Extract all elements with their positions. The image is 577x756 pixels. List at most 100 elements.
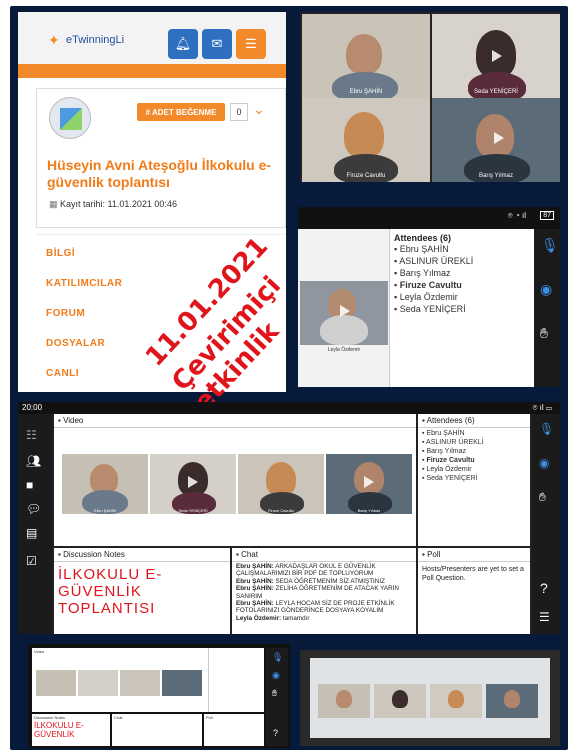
attendee-item[interactable]: ▪ Barış Yılmaz bbox=[394, 267, 530, 279]
video-tile[interactable]: Firuze Cavultu bbox=[302, 98, 430, 182]
poll-pane: Poll bbox=[204, 714, 264, 746]
more-menu-icon[interactable]: ☰ bbox=[539, 610, 550, 624]
participant-name: Barış Yılmaz bbox=[357, 508, 381, 513]
discussion-notes-pane: Discussion Notes İLKOKULU E- GÜVENLİK bbox=[32, 714, 110, 746]
microphone-icon[interactable]: 🎙︎ bbox=[541, 237, 559, 254]
video-tile[interactable] bbox=[162, 670, 202, 696]
layout-icon[interactable]: ☷ bbox=[26, 428, 37, 442]
video-tile[interactable]: Seda YENİÇERİ bbox=[150, 454, 236, 514]
video-tile[interactable] bbox=[374, 684, 426, 718]
video-tile[interactable] bbox=[430, 684, 482, 718]
help-icon[interactable]: ? bbox=[273, 728, 278, 738]
video-camera-icon[interactable]: ■ bbox=[26, 478, 33, 492]
chat-message: Ebru ŞAHİN: ARKADAŞLAR OKUL E GÜVENLİK Ç… bbox=[236, 563, 376, 578]
notes-text-line: GÜVENLİK bbox=[58, 583, 142, 600]
attendee-item[interactable]: ▪ Leyla Özdemir bbox=[394, 291, 530, 303]
attendees-title: Attendees (6) bbox=[394, 233, 452, 243]
microphone-icon[interactable]: 🎙︎ bbox=[539, 422, 554, 436]
poll-title: ▪ Poll bbox=[418, 548, 530, 562]
video-pane-title: ▪ Video bbox=[54, 414, 416, 428]
video-tile[interactable]: Seda YENİÇERİ bbox=[432, 14, 560, 98]
video-grid: Ebru ŞAHİN Seda YENİÇERİ Firuze Cavultu … bbox=[300, 12, 560, 182]
laptop-screen-photo bbox=[300, 650, 560, 746]
right-toolbar: 🎙︎ ◉ ✋︎ ? ☰ bbox=[532, 414, 560, 634]
attendees-icon[interactable]: 👥︎ bbox=[26, 454, 41, 468]
attendee-item[interactable]: ▪ Firuze Cavultu bbox=[422, 456, 526, 465]
menu-item-forum[interactable]: FORUM bbox=[46, 308, 85, 319]
notes-title: Discussion Notes bbox=[34, 715, 65, 720]
signal-icon: ⌾ ıl ▭ bbox=[532, 403, 552, 412]
meeting-card: # ADET BEĞENME 0 ⌄ Hüseyin Avni Ateşoğlu… bbox=[36, 88, 286, 228]
attendee-item[interactable]: ▪ Firuze Cavultu bbox=[394, 279, 530, 291]
microphone-icon[interactable]: 🎙︎ bbox=[272, 652, 283, 663]
video-tile[interactable] bbox=[318, 684, 370, 718]
attendee-item[interactable]: ▪ Seda YENİÇERİ bbox=[422, 474, 526, 483]
chat-title: Chat bbox=[114, 715, 123, 720]
chat-icon[interactable]: 💬︎ bbox=[26, 502, 41, 516]
chevron-down-icon[interactable]: ⌄ bbox=[253, 101, 265, 118]
video-pane: Leyla Özdemir bbox=[298, 229, 390, 387]
right-toolbar: 🎙︎ ◉ ✋︎ ? bbox=[266, 648, 288, 746]
menu-item-bilgi[interactable]: BİLGİ bbox=[46, 248, 75, 259]
participant-name: Firuze Cavultu bbox=[268, 508, 294, 513]
attendee-item[interactable]: ▪ Leyla Özdemir bbox=[422, 465, 526, 474]
participant-name: Leyla Özdemir bbox=[327, 347, 361, 353]
menu-item-katilimcilar[interactable]: KATILIMCILAR bbox=[46, 278, 122, 289]
attendee-item[interactable]: ▪ Ebru ŞAHİN bbox=[394, 243, 530, 255]
attendees-pane: Attendees (6) ▪ Ebru ŞAHİN ▪ ASLINUR ÜRE… bbox=[394, 233, 530, 315]
status-bar: 20:00 ⌾ ıl ▭ bbox=[18, 402, 560, 414]
play-icon[interactable] bbox=[492, 50, 502, 62]
video-tile[interactable] bbox=[120, 670, 160, 696]
attendee-item[interactable]: ▪ Barış Yılmaz bbox=[422, 447, 526, 456]
mail-icon[interactable]: ✉ bbox=[202, 29, 232, 59]
notes-title: ▪ Discussion Notes bbox=[54, 548, 230, 562]
menu-item-canli[interactable]: CANLI bbox=[46, 368, 79, 379]
video-tile[interactable] bbox=[486, 684, 538, 718]
orange-bar bbox=[18, 64, 286, 78]
raise-hand-icon[interactable]: ✋︎ bbox=[540, 325, 548, 342]
status-bar: ⌾ ◔ ıl 87 bbox=[298, 207, 560, 227]
attendee-item[interactable]: ▪ Ebru ŞAHİN bbox=[422, 429, 526, 438]
participant-name: Ebru ŞAHİN bbox=[349, 89, 383, 95]
play-icon[interactable] bbox=[494, 132, 504, 144]
raise-hand-icon[interactable]: ✋︎ bbox=[272, 688, 277, 699]
camera-icon[interactable]: ◉ bbox=[272, 670, 280, 681]
video-tile[interactable]: Barış Yılmaz bbox=[432, 98, 560, 182]
play-icon[interactable] bbox=[188, 476, 198, 488]
help-icon[interactable]: ? bbox=[540, 580, 548, 596]
menu-icon[interactable]: ☰ bbox=[236, 29, 266, 59]
menu-item-dosyalar[interactable]: DOSYALAR bbox=[46, 338, 105, 349]
video-tile[interactable] bbox=[300, 281, 388, 345]
like-count: 0 bbox=[230, 103, 248, 121]
attendees-pane: ▪ Attendees (6) ▪ Ebru ŞAHİN ▪ ASLINUR Ü… bbox=[418, 414, 530, 546]
notes-text-line: İLKOKULU E- bbox=[34, 721, 84, 730]
raise-hand-icon[interactable]: ✋︎ bbox=[539, 490, 546, 505]
play-icon[interactable] bbox=[340, 305, 350, 317]
chat-pane: ▪ Chat Ebru ŞAHİN: ARKADAŞLAR OKUL E GÜV… bbox=[232, 548, 416, 634]
video-tile[interactable]: Ebru ŞAHİN bbox=[62, 454, 148, 514]
participant-name: Seda YENİÇERİ bbox=[178, 508, 208, 513]
video-tile[interactable] bbox=[36, 670, 76, 696]
camera-icon[interactable]: ◉ bbox=[540, 281, 552, 298]
attendees-pane bbox=[208, 648, 264, 712]
chat-message: Leyla Özdemir: tamamdır bbox=[236, 614, 310, 622]
left-toolbar: ☷ 👥︎ ■ 💬︎ ▤ ☑ bbox=[18, 414, 52, 634]
video-tile[interactable]: Firuze Cavultu bbox=[238, 454, 324, 514]
play-icon[interactable] bbox=[364, 476, 374, 488]
chat-title: ▪ Chat bbox=[232, 548, 416, 562]
attendee-item[interactable]: ▪ Seda YENİÇERİ bbox=[394, 303, 530, 315]
video-tile[interactable] bbox=[78, 670, 118, 696]
attendees-title: ▪ Attendees (6) bbox=[418, 414, 530, 428]
attendee-item[interactable]: ▪ ASLINUR ÜREKLİ bbox=[422, 438, 526, 447]
camera-icon[interactable]: ◉ bbox=[539, 456, 549, 470]
attendee-item[interactable]: ▪ ASLINUR ÜREKLİ bbox=[394, 255, 530, 267]
video-tile[interactable]: Ebru ŞAHİN bbox=[302, 14, 430, 98]
battery-level: 87 bbox=[540, 211, 554, 220]
notification-bell-icon[interactable]: 🔔︎ bbox=[168, 29, 198, 59]
etwinning-logo-text[interactable]: eTwinningLi bbox=[66, 34, 124, 46]
poll-icon[interactable]: ☑ bbox=[26, 554, 37, 568]
like-button[interactable]: # ADET BEĞENME bbox=[137, 103, 225, 121]
notes-icon[interactable]: ▤ bbox=[26, 526, 37, 540]
chat-message: Ebru ŞAHİN: ZELİHA ÖĞRETMENİM DE ATACAK … bbox=[236, 585, 399, 600]
video-tile[interactable]: Barış Yılmaz bbox=[326, 454, 412, 514]
